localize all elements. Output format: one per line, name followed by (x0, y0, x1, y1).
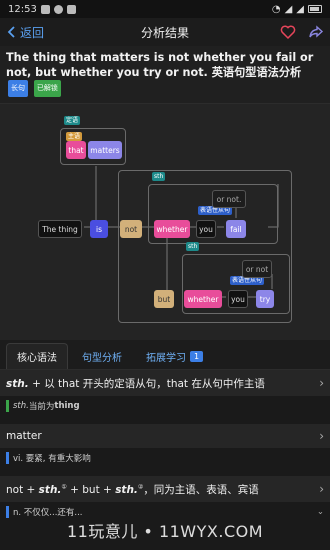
tab-core-grammar[interactable]: 核心语法 (6, 343, 68, 369)
notification-icon (40, 4, 50, 14)
rule-detail: vi. 要紧, 有重大影响 (0, 448, 330, 468)
grammar-rule-1: sth. + 以 that 开头的定语从句，that 在从句中作主语 › sth… (0, 370, 330, 416)
nav-bar: 返回 分析结果 (0, 18, 330, 46)
signal-icon: ◢ (284, 3, 293, 15)
node-matters[interactable]: matters (88, 141, 122, 159)
unlocked-badge: 已解锁 (33, 80, 61, 97)
label-attributive: 定语 (64, 116, 81, 125)
accent-bar (6, 400, 9, 412)
node-but[interactable]: but (154, 290, 174, 308)
tab-sentence-analysis[interactable]: 句型分析 (72, 343, 132, 369)
label-sth-2: sth (186, 242, 200, 251)
sentence-text: The thing that matters is not whether yo… (6, 50, 324, 97)
rule-detail: sth. 当前为 thing (0, 396, 330, 416)
sentence-content: The thing that matters is not whether yo… (6, 51, 314, 79)
label-sth-1: sth (152, 172, 166, 181)
notification-icon (66, 4, 76, 14)
chevron-right-icon: › (319, 376, 324, 390)
chevron-right-icon: › (319, 429, 324, 443)
node-or-not-1[interactable]: or not. (212, 190, 246, 208)
node-the-thing[interactable]: The thing (38, 220, 82, 238)
rule-header[interactable]: not + sth.① + but + sth.②，同为主语、表语、宾语 › (0, 476, 330, 502)
tab-label: 拓展学习 (146, 352, 186, 364)
rule-title: matter (6, 430, 42, 442)
long-sentence-badge: 长句 (8, 80, 28, 97)
tab-bar: 核心语法 句型分析 拓展学习 1 (0, 340, 330, 370)
node-is[interactable]: is (90, 220, 108, 238)
expand-icon[interactable]: ⌄ (317, 507, 324, 517)
heart-icon[interactable] (280, 24, 296, 40)
label-subject: 主语 (66, 132, 83, 141)
chevron-right-icon: › (319, 482, 324, 496)
tab-label: 句型分析 (82, 352, 122, 364)
sentence-block: The thing that matters is not whether yo… (0, 46, 330, 104)
notification-icon (53, 4, 63, 14)
accent-bar (6, 506, 9, 518)
node-you-2[interactable]: you (228, 290, 248, 308)
tab-label: 核心语法 (17, 353, 57, 364)
grammar-rule-3: not + sth.① + but + sth.②，同为主语、表语、宾语 › n… (0, 476, 330, 522)
share-icon[interactable] (308, 24, 324, 40)
rule-detail: n. 不仅仅...还有... ⌄ (0, 502, 330, 522)
grammar-rule-2: matter › vi. 要紧, 有重大影响 (0, 424, 330, 468)
node-whether-1[interactable]: whether (154, 220, 190, 238)
sentence-diagram: 定语 主语 sth sth 表语性从句 表语性从句 that matters T… (0, 104, 330, 340)
battery-icon (308, 5, 322, 13)
node-fail[interactable]: fail (226, 220, 246, 238)
tab-extended-learning[interactable]: 拓展学习 1 (136, 343, 213, 369)
rule-header[interactable]: matter › (0, 424, 330, 448)
accent-bar (6, 452, 9, 464)
node-not[interactable]: not (120, 220, 142, 238)
back-button[interactable]: 返回 (6, 24, 44, 41)
wifi-icon: ◔ (271, 3, 281, 15)
rule-title: not + sth.① + but + sth.②，同为主语、表语、宾语 (6, 483, 259, 496)
rule-header[interactable]: sth. + 以 that 开头的定语从句，that 在从句中作主语 › (0, 370, 330, 396)
status-time: 12:53 (8, 3, 37, 15)
node-you-1[interactable]: you (196, 220, 216, 238)
node-or-not-2[interactable]: or not (242, 260, 272, 278)
status-bar: 12:53 ◔ ◢ ◢ (0, 0, 330, 18)
tab-count-badge: 1 (190, 350, 204, 362)
rule-title: sth. + 以 that 开头的定语从句，that 在从句中作主语 (6, 377, 265, 390)
signal-icon: ◢ (296, 3, 304, 15)
back-label: 返回 (20, 25, 45, 40)
node-whether-2[interactable]: whether (184, 290, 222, 308)
chevron-left-icon (7, 26, 15, 38)
node-that[interactable]: that (66, 141, 86, 159)
node-try[interactable]: try (256, 290, 274, 308)
